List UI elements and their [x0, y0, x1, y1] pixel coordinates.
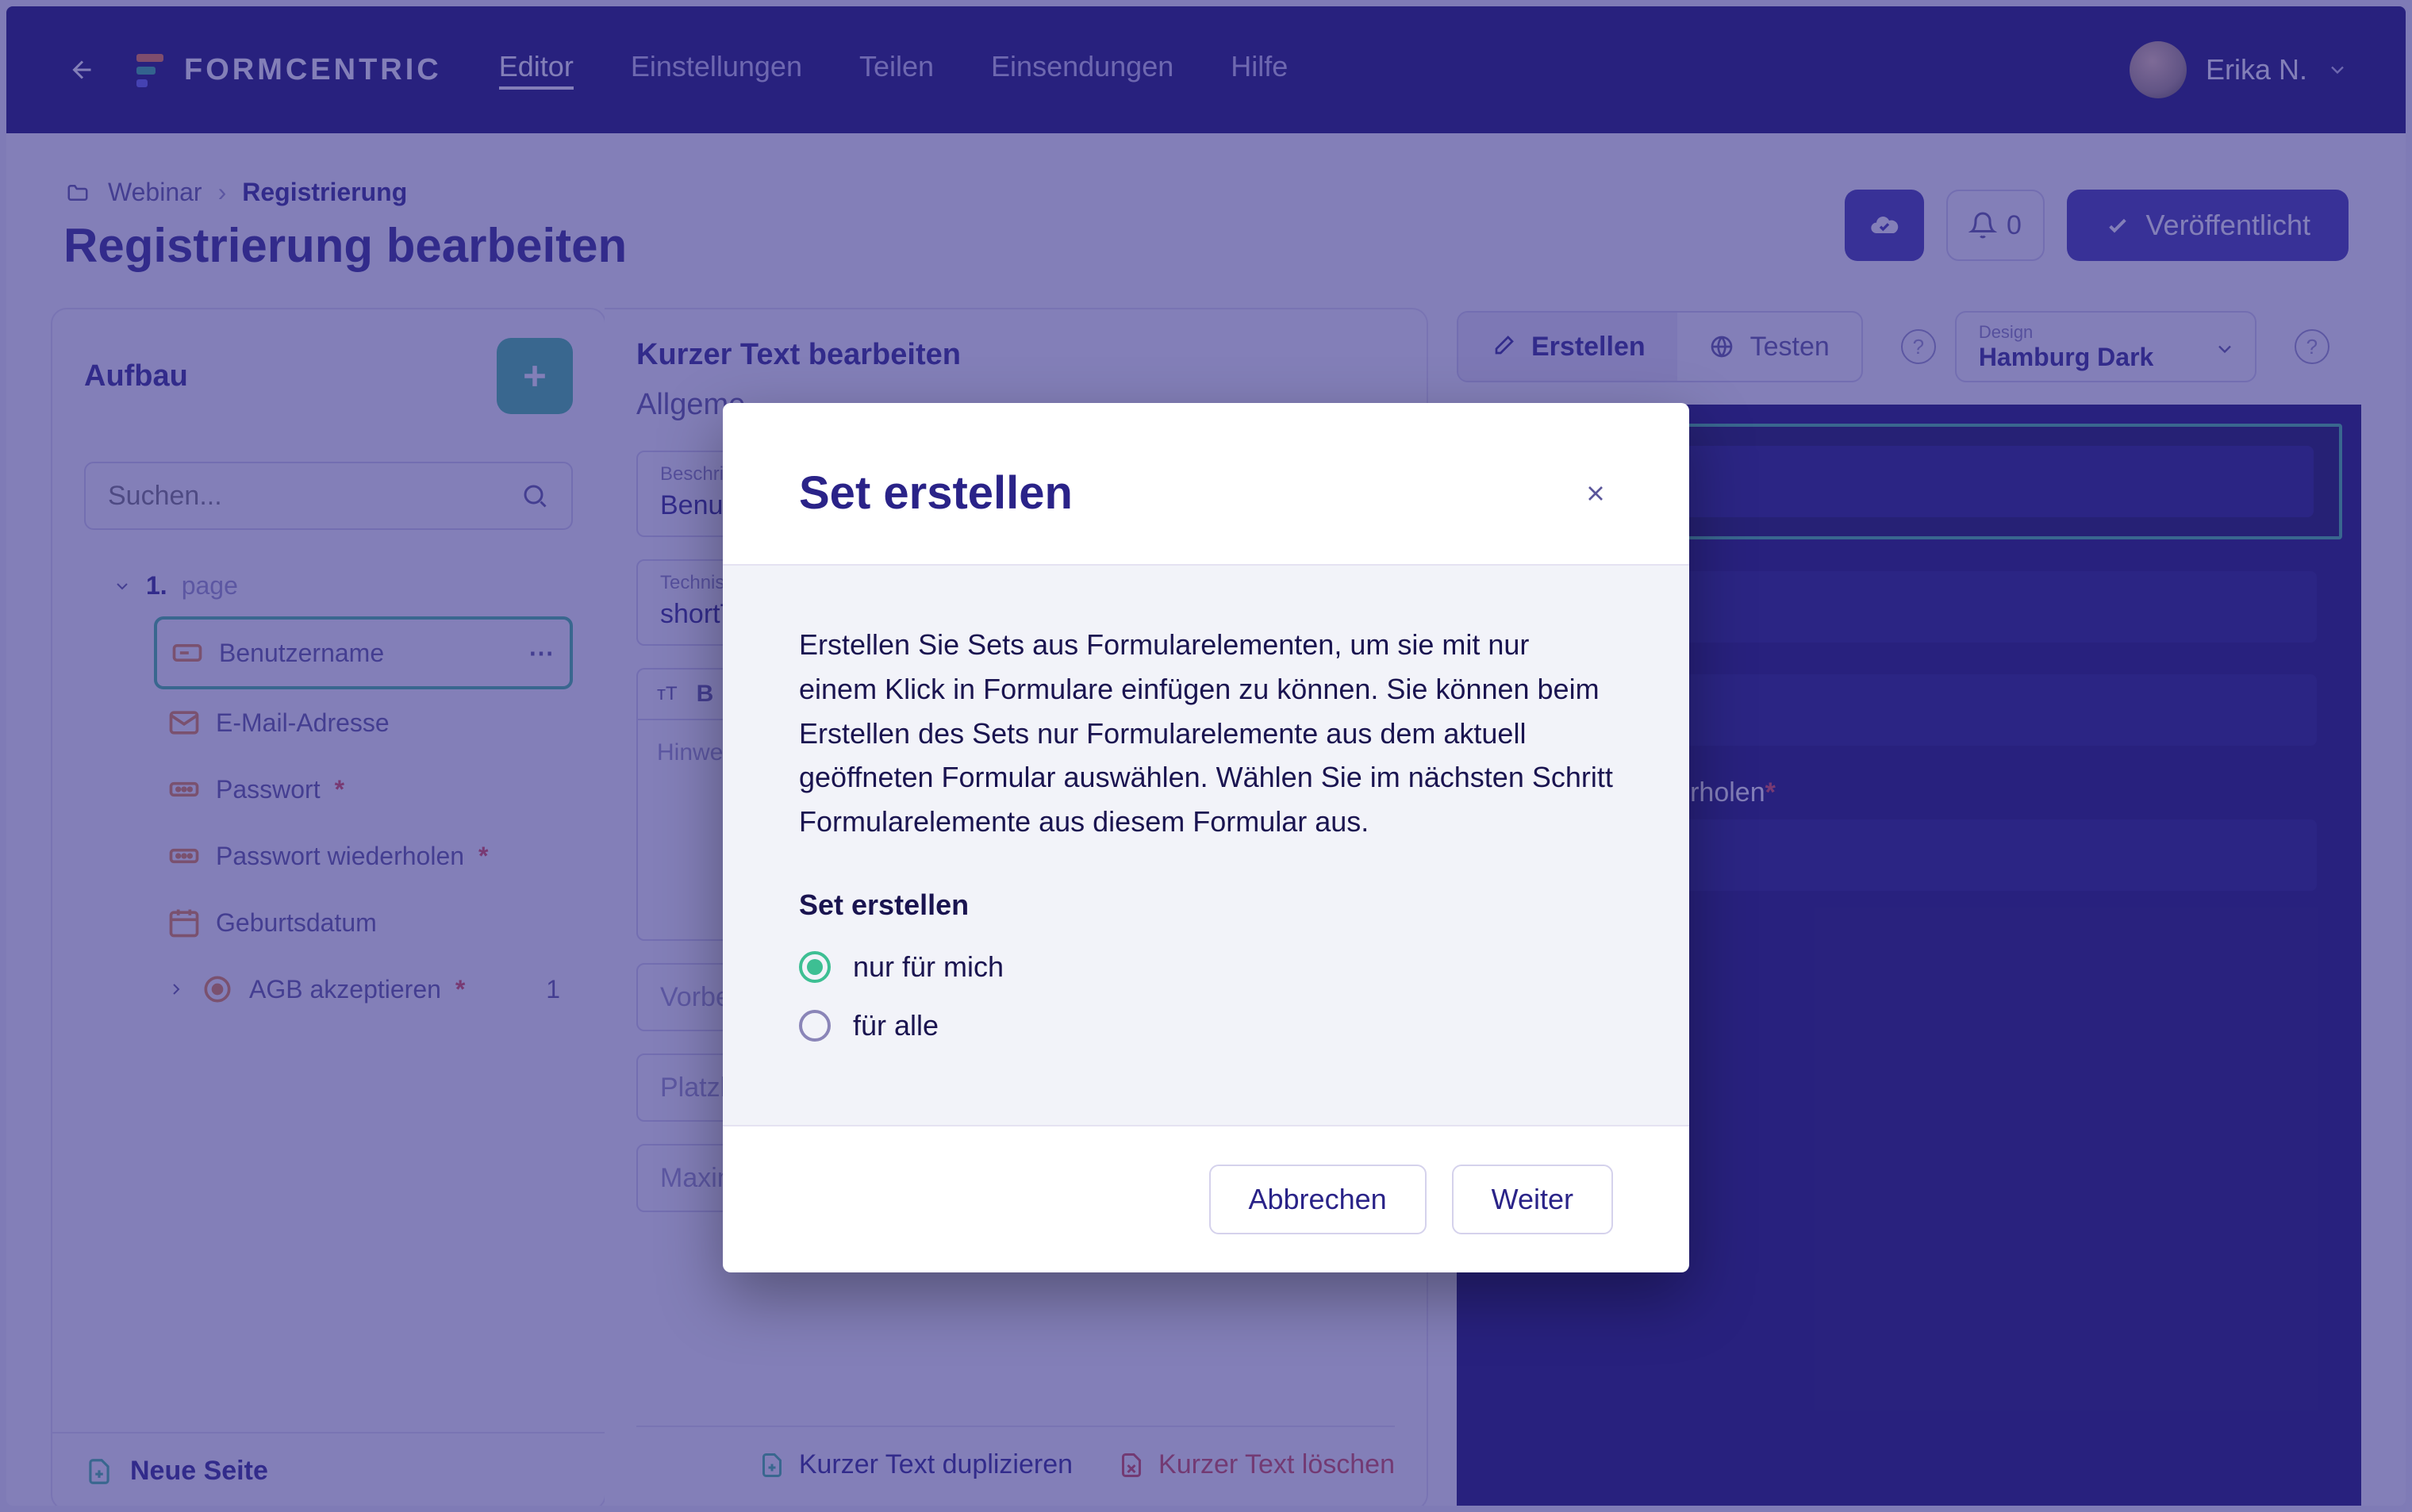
create-set-modal: Set erstellen Erstellen Sie Sets aus For… [723, 403, 1689, 1272]
next-button[interactable]: Weiter [1452, 1165, 1613, 1234]
radio-for-all[interactable]: für alle [799, 1009, 1613, 1042]
modal-description: Erstellen Sie Sets aus Formularelementen… [799, 623, 1613, 844]
radio-indicator [799, 1010, 831, 1042]
radio-label: nur für mich [853, 950, 1004, 984]
radio-indicator [799, 951, 831, 983]
modal-subheading: Set erstellen [799, 888, 1613, 922]
modal-overlay[interactable]: Set erstellen Erstellen Sie Sets aus For… [0, 0, 2412, 1512]
modal-close-button[interactable] [1578, 476, 1613, 511]
modal-title: Set erstellen [799, 466, 1073, 520]
cancel-label: Abbrechen [1249, 1183, 1387, 1216]
close-icon [1583, 481, 1608, 506]
radio-only-me[interactable]: nur für mich [799, 950, 1613, 984]
radio-label: für alle [853, 1009, 939, 1042]
next-label: Weiter [1492, 1183, 1573, 1216]
cancel-button[interactable]: Abbrechen [1209, 1165, 1427, 1234]
